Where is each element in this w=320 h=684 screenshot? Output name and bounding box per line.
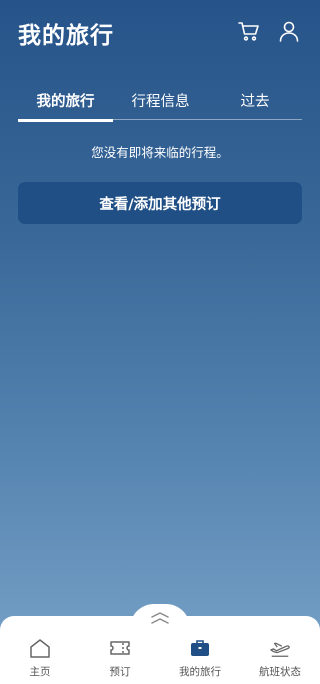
nav-label-my-trips: 我的旅行 <box>179 666 221 678</box>
trip-tabs: 我的旅行 行程信息 过去 <box>18 80 302 122</box>
nav-item-home[interactable]: 主页 <box>0 638 80 682</box>
nav-label-flight-status: 航班状态 <box>259 666 301 678</box>
view-add-booking-button[interactable]: 查看/添加其他预订 <box>18 182 302 224</box>
cart-icon[interactable] <box>236 18 262 44</box>
nav-item-flight-status[interactable]: 航班状态 <box>240 638 320 682</box>
nav-item-booking[interactable]: 预订 <box>80 638 160 682</box>
ticket-icon <box>109 638 131 658</box>
user-icon[interactable] <box>276 18 302 44</box>
tab-itinerary[interactable]: 行程信息 <box>113 80 208 120</box>
airplane-icon <box>269 638 291 658</box>
nav-item-my-trips[interactable]: 我的旅行 <box>160 638 240 682</box>
chevron-up-icon <box>151 612 169 624</box>
expand-nav-handle[interactable] <box>130 604 190 628</box>
home-icon <box>29 638 51 658</box>
page-title: 我的旅行 <box>18 23 114 49</box>
nav-label-home: 主页 <box>29 666 51 678</box>
tab-past[interactable]: 过去 <box>208 80 302 120</box>
briefcase-icon <box>189 638 211 658</box>
tab-my-trips[interactable]: 我的旅行 <box>18 80 113 122</box>
app-header: 我的旅行 <box>0 0 320 66</box>
empty-trips-message: 您没有即将来临的行程。 <box>91 145 229 160</box>
nav-label-booking: 预订 <box>109 666 131 678</box>
